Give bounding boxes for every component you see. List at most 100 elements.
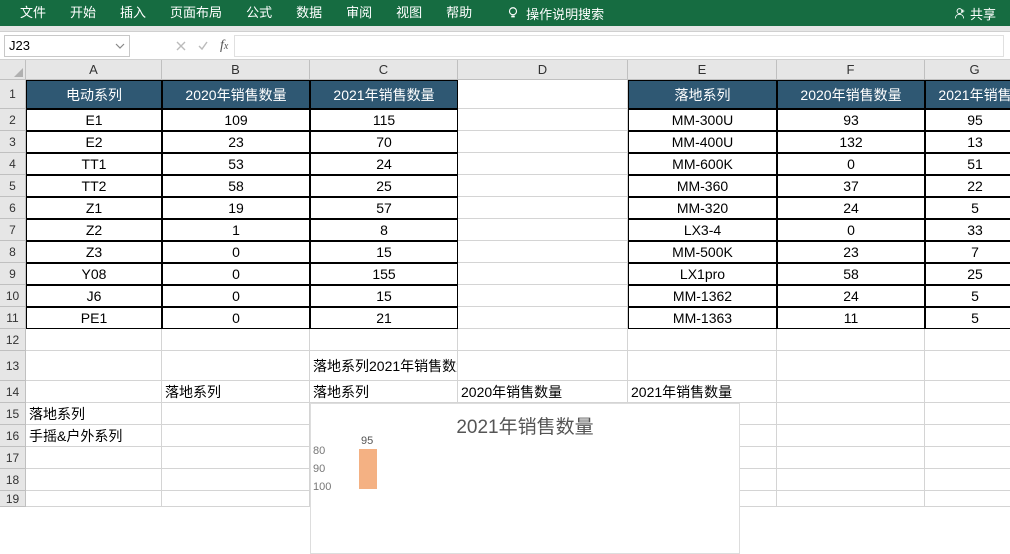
ribbon-tab[interactable]: 文件 (8, 0, 58, 26)
cell[interactable] (458, 241, 628, 263)
cell[interactable]: MM-1362 (628, 285, 777, 307)
cell[interactable]: 58 (777, 263, 925, 285)
cell[interactable]: 24 (777, 197, 925, 219)
cell[interactable]: MM-1363 (628, 307, 777, 329)
cell[interactable] (458, 351, 628, 381)
cell[interactable] (458, 80, 628, 109)
cell[interactable]: 落地系列 (26, 403, 162, 425)
cell[interactable]: 15 (310, 285, 458, 307)
cell[interactable]: 155 (310, 263, 458, 285)
cell[interactable] (458, 219, 628, 241)
cell[interactable]: 19 (162, 197, 310, 219)
cell[interactable] (458, 131, 628, 153)
cell[interactable]: 手摇&户外系列 (26, 425, 162, 447)
cell[interactable]: 落地系列 (162, 381, 310, 403)
cell[interactable]: 2020年销售数量 (777, 80, 925, 109)
cell[interactable] (777, 329, 925, 351)
cell[interactable]: 5 (925, 307, 1010, 329)
cell[interactable]: 8 (310, 219, 458, 241)
select-all-triangle[interactable] (0, 60, 26, 80)
row-header[interactable]: 19 (0, 491, 26, 507)
cell[interactable] (925, 403, 1010, 425)
cell[interactable]: TT1 (26, 153, 162, 175)
cell[interactable]: LX1pro (628, 263, 777, 285)
cell[interactable]: LX3-4 (628, 219, 777, 241)
cell[interactable]: 24 (777, 285, 925, 307)
col-header[interactable]: F (777, 60, 925, 80)
cell[interactable] (162, 491, 310, 507)
cell[interactable] (925, 491, 1010, 507)
cell[interactable] (162, 447, 310, 469)
cell[interactable] (777, 491, 925, 507)
name-box[interactable]: J23 (4, 35, 130, 57)
cell[interactable] (458, 263, 628, 285)
enter-formula-button[interactable] (192, 35, 214, 57)
spreadsheet-grid[interactable]: ABCDEFG 12345678910111213141516171819 电动… (0, 60, 1010, 554)
cell[interactable] (777, 469, 925, 491)
cell[interactable] (777, 447, 925, 469)
cell[interactable]: MM-400U (628, 131, 777, 153)
ribbon-tab[interactable]: 帮助 (434, 0, 484, 26)
cancel-formula-button[interactable] (170, 35, 192, 57)
cell[interactable]: 0 (162, 307, 310, 329)
cell[interactable]: Z3 (26, 241, 162, 263)
cell[interactable] (458, 307, 628, 329)
cell[interactable] (162, 403, 310, 425)
ribbon-tab[interactable]: 插入 (108, 0, 158, 26)
cell[interactable]: 109 (162, 109, 310, 131)
col-header[interactable]: B (162, 60, 310, 80)
cell[interactable] (925, 447, 1010, 469)
cell[interactable]: 25 (310, 175, 458, 197)
cell[interactable] (925, 381, 1010, 403)
row-header[interactable]: 5 (0, 175, 26, 197)
cell[interactable] (925, 469, 1010, 491)
cell[interactable]: 0 (162, 241, 310, 263)
cell[interactable] (162, 351, 310, 381)
cell[interactable]: 57 (310, 197, 458, 219)
cell[interactable]: 2021年销售数量 (628, 381, 777, 403)
col-header[interactable]: A (26, 60, 162, 80)
ribbon-tab[interactable]: 数据 (284, 0, 334, 26)
fx-label[interactable]: fx (214, 38, 234, 54)
cell[interactable] (162, 469, 310, 491)
cell[interactable]: 落地系列 (628, 80, 777, 109)
cell[interactable]: J6 (26, 285, 162, 307)
row-header[interactable]: 14 (0, 381, 26, 403)
cell[interactable] (777, 403, 925, 425)
cell[interactable] (26, 491, 162, 507)
col-header[interactable]: C (310, 60, 458, 80)
cell[interactable]: 15 (310, 241, 458, 263)
cell[interactable]: 23 (162, 131, 310, 153)
share-button[interactable]: 共享 (953, 4, 1002, 23)
col-header[interactable]: E (628, 60, 777, 80)
cell[interactable]: PE1 (26, 307, 162, 329)
cell[interactable] (26, 447, 162, 469)
cell[interactable]: 33 (925, 219, 1010, 241)
cell[interactable]: 13 (925, 131, 1010, 153)
cell[interactable]: 70 (310, 131, 458, 153)
cell[interactable]: 25 (925, 263, 1010, 285)
cell[interactable]: 53 (162, 153, 310, 175)
cell[interactable]: 58 (162, 175, 310, 197)
cell[interactable] (925, 425, 1010, 447)
cell[interactable] (26, 469, 162, 491)
cell[interactable]: 1 (162, 219, 310, 241)
cell[interactable] (777, 425, 925, 447)
cell[interactable]: Z1 (26, 197, 162, 219)
cell[interactable]: 2021年销售数量 (310, 80, 458, 109)
row-header[interactable]: 12 (0, 329, 26, 351)
tell-me[interactable]: 操作说明搜索 (498, 4, 604, 23)
cell[interactable]: 0 (162, 263, 310, 285)
row-header[interactable]: 13 (0, 351, 26, 381)
cell[interactable]: 23 (777, 241, 925, 263)
cell[interactable]: 2021年销售 (925, 80, 1010, 109)
row-header[interactable]: 6 (0, 197, 26, 219)
row-header[interactable]: 9 (0, 263, 26, 285)
cell[interactable]: 21 (310, 307, 458, 329)
cell[interactable]: 11 (777, 307, 925, 329)
cell[interactable]: E2 (26, 131, 162, 153)
cell[interactable]: E1 (26, 109, 162, 131)
row-header[interactable]: 2 (0, 109, 26, 131)
cell[interactable]: 7 (925, 241, 1010, 263)
row-header[interactable]: 4 (0, 153, 26, 175)
